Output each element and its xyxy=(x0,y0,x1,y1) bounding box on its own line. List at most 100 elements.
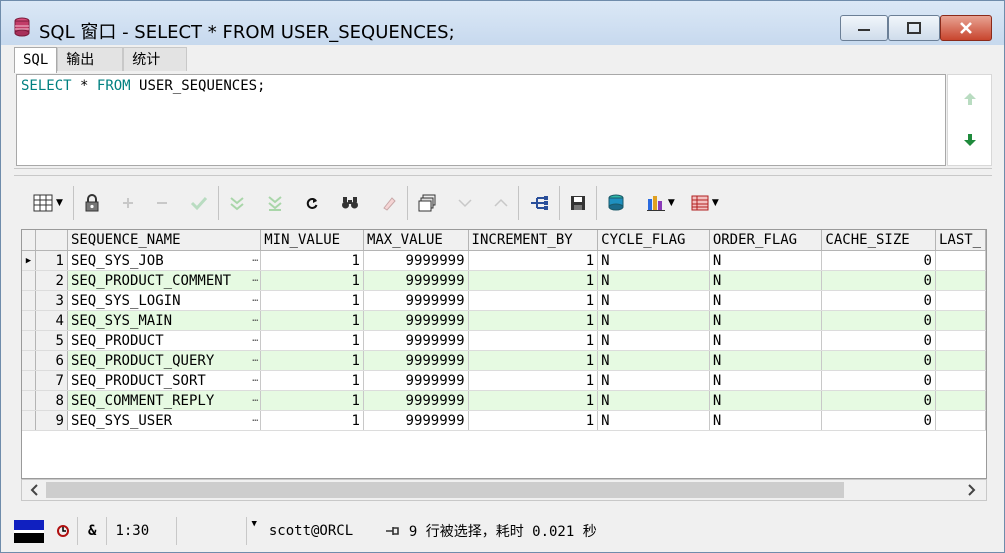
cell-name[interactable]: … SEQ_PRODUCT_SORT xyxy=(67,370,262,391)
cell-last[interactable] xyxy=(935,270,986,291)
row-indicator[interactable] xyxy=(22,410,37,431)
table-row[interactable]: 2… SEQ_PRODUCT_COMMENT 1 9999999 1 N N 0 xyxy=(22,270,986,291)
chevron-down-icon[interactable]: ▼ xyxy=(251,519,256,529)
cell-inc[interactable]: 1 xyxy=(468,410,599,431)
find-button[interactable] xyxy=(341,188,359,218)
close-button[interactable] xyxy=(940,15,992,41)
next-statement-icon[interactable] xyxy=(963,133,977,147)
cell-inc[interactable]: 1 xyxy=(468,350,599,371)
column-header[interactable]: INCREMENT_BY xyxy=(468,230,599,251)
splitter[interactable] xyxy=(14,168,992,176)
cell-order[interactable]: N xyxy=(709,330,823,351)
cell-inc[interactable]: 1 xyxy=(468,310,599,331)
scrollbar-thumb[interactable] xyxy=(46,482,844,498)
cell-editor-ellipsis-icon[interactable]: … xyxy=(252,413,258,424)
row-number[interactable]: 7 xyxy=(35,370,68,391)
cell-order[interactable]: N xyxy=(709,250,823,271)
cell-order[interactable]: N xyxy=(709,410,823,431)
cell-last[interactable] xyxy=(935,390,986,411)
cell-cycle[interactable]: N xyxy=(597,330,710,351)
chart-button[interactable]: ▼ xyxy=(646,188,675,218)
cell-editor-ellipsis-icon[interactable]: … xyxy=(252,353,258,364)
cell-inc[interactable]: 1 xyxy=(468,270,599,291)
row-number[interactable]: 6 xyxy=(35,350,68,371)
cell-cycle[interactable]: N xyxy=(597,410,710,431)
cell-max[interactable]: 9999999 xyxy=(363,250,469,271)
refresh-button[interactable] xyxy=(305,188,319,218)
cell-min[interactable]: 1 xyxy=(260,270,364,291)
cell-name[interactable]: … SEQ_SYS_MAIN xyxy=(67,310,262,331)
status-connection[interactable]: scott@ORCL xyxy=(261,517,377,545)
cell-editor-ellipsis-icon[interactable]: … xyxy=(252,313,258,324)
current-row-indicator-icon[interactable]: ▶ xyxy=(22,250,37,271)
cell-cache[interactable]: 0 xyxy=(821,250,936,271)
cell-cycle[interactable]: N xyxy=(597,390,710,411)
fetch-last-page-button[interactable] xyxy=(267,188,283,218)
row-number[interactable]: 5 xyxy=(35,330,68,351)
table-row[interactable]: 4… SEQ_SYS_MAIN 1 9999999 1 N N 0 xyxy=(22,310,986,331)
table-row[interactable]: 7… SEQ_PRODUCT_SORT 1 9999999 1 N N 0 xyxy=(22,370,986,391)
table-row[interactable]: ▶ 1… SEQ_SYS_JOB 1 9999999 1 N N 0 xyxy=(22,250,986,271)
load-button[interactable] xyxy=(607,188,625,218)
grid-view-button[interactable]: ▼ xyxy=(33,188,63,218)
cell-editor-ellipsis-icon[interactable]: … xyxy=(252,333,258,344)
table-row[interactable]: 6… SEQ_PRODUCT_QUERY 1 9999999 1 N N 0 xyxy=(22,350,986,371)
cell-cycle[interactable]: N xyxy=(597,290,710,311)
scroll-left-icon[interactable] xyxy=(28,483,40,497)
column-header[interactable]: CYCLE_FLAG xyxy=(597,230,710,251)
cell-last[interactable] xyxy=(935,290,986,311)
row-indicator[interactable] xyxy=(22,290,37,311)
cell-inc[interactable]: 1 xyxy=(468,250,599,271)
lock-button[interactable] xyxy=(84,188,100,218)
cell-last[interactable] xyxy=(935,330,986,351)
cell-max[interactable]: 9999999 xyxy=(363,370,469,391)
cell-min[interactable]: 1 xyxy=(260,330,364,351)
next-record-button[interactable] xyxy=(458,188,472,218)
cell-inc[interactable]: 1 xyxy=(468,290,599,311)
row-indicator[interactable] xyxy=(22,350,37,371)
cell-editor-ellipsis-icon[interactable]: … xyxy=(252,293,258,304)
tab-statistics[interactable]: 统计 xyxy=(123,47,188,71)
cell-inc[interactable]: 1 xyxy=(468,390,599,411)
row-indicator[interactable] xyxy=(22,370,37,391)
cell-editor-ellipsis-icon[interactable]: … xyxy=(252,273,258,284)
cell-name[interactable]: … SEQ_PRODUCT_QUERY xyxy=(67,350,262,371)
cell-cache[interactable]: 0 xyxy=(821,350,936,371)
cell-last[interactable] xyxy=(935,350,986,371)
maximize-button[interactable] xyxy=(888,15,940,41)
table-row[interactable]: 8… SEQ_COMMENT_REPLY 1 9999999 1 N N 0 xyxy=(22,390,986,411)
export-button[interactable] xyxy=(418,188,436,218)
tab-output[interactable]: 输出 xyxy=(57,47,124,71)
previous-statement-icon[interactable] xyxy=(963,92,977,106)
chevron-down-icon[interactable]: ▼ xyxy=(712,198,719,208)
cell-last[interactable] xyxy=(935,370,986,391)
table-row[interactable]: 3… SEQ_SYS_LOGIN 1 9999999 1 N N 0 xyxy=(22,290,986,311)
cell-cycle[interactable]: N xyxy=(597,310,710,331)
cell-cache[interactable]: 0 xyxy=(821,270,936,291)
row-indicator[interactable] xyxy=(22,310,37,331)
cell-min[interactable]: 1 xyxy=(260,310,364,331)
cell-last[interactable] xyxy=(935,250,986,271)
table-row[interactable]: 5… SEQ_PRODUCT 1 9999999 1 N N 0 xyxy=(22,330,986,351)
tab-sql[interactable]: SQL xyxy=(14,47,58,73)
cell-min[interactable]: 1 xyxy=(260,370,364,391)
post-changes-button[interactable] xyxy=(190,188,208,218)
scroll-right-icon[interactable] xyxy=(966,483,978,497)
cell-min[interactable]: 1 xyxy=(260,350,364,371)
cell-name[interactable]: … SEQ_PRODUCT_COMMENT xyxy=(67,270,262,291)
cell-name[interactable]: … SEQ_SYS_LOGIN xyxy=(67,290,262,311)
cell-order[interactable]: N xyxy=(709,270,823,291)
cell-min[interactable]: 1 xyxy=(260,410,364,431)
save-button[interactable] xyxy=(570,188,586,218)
cell-inc[interactable]: 1 xyxy=(468,370,599,391)
cell-editor-ellipsis-icon[interactable]: … xyxy=(252,393,258,404)
previous-record-button[interactable] xyxy=(494,188,508,218)
column-header[interactable]: ORDER_FLAG xyxy=(709,230,823,251)
cell-cache[interactable]: 0 xyxy=(821,390,936,411)
status-dropdown[interactable]: ▼ xyxy=(247,517,260,545)
column-header[interactable]: CACHE_SIZE xyxy=(821,230,936,251)
cell-order[interactable]: N xyxy=(709,350,823,371)
delete-record-button[interactable] xyxy=(156,188,168,218)
column-header[interactable]: SEQUENCE_NAME xyxy=(67,230,262,251)
cell-cache[interactable]: 0 xyxy=(821,310,936,331)
